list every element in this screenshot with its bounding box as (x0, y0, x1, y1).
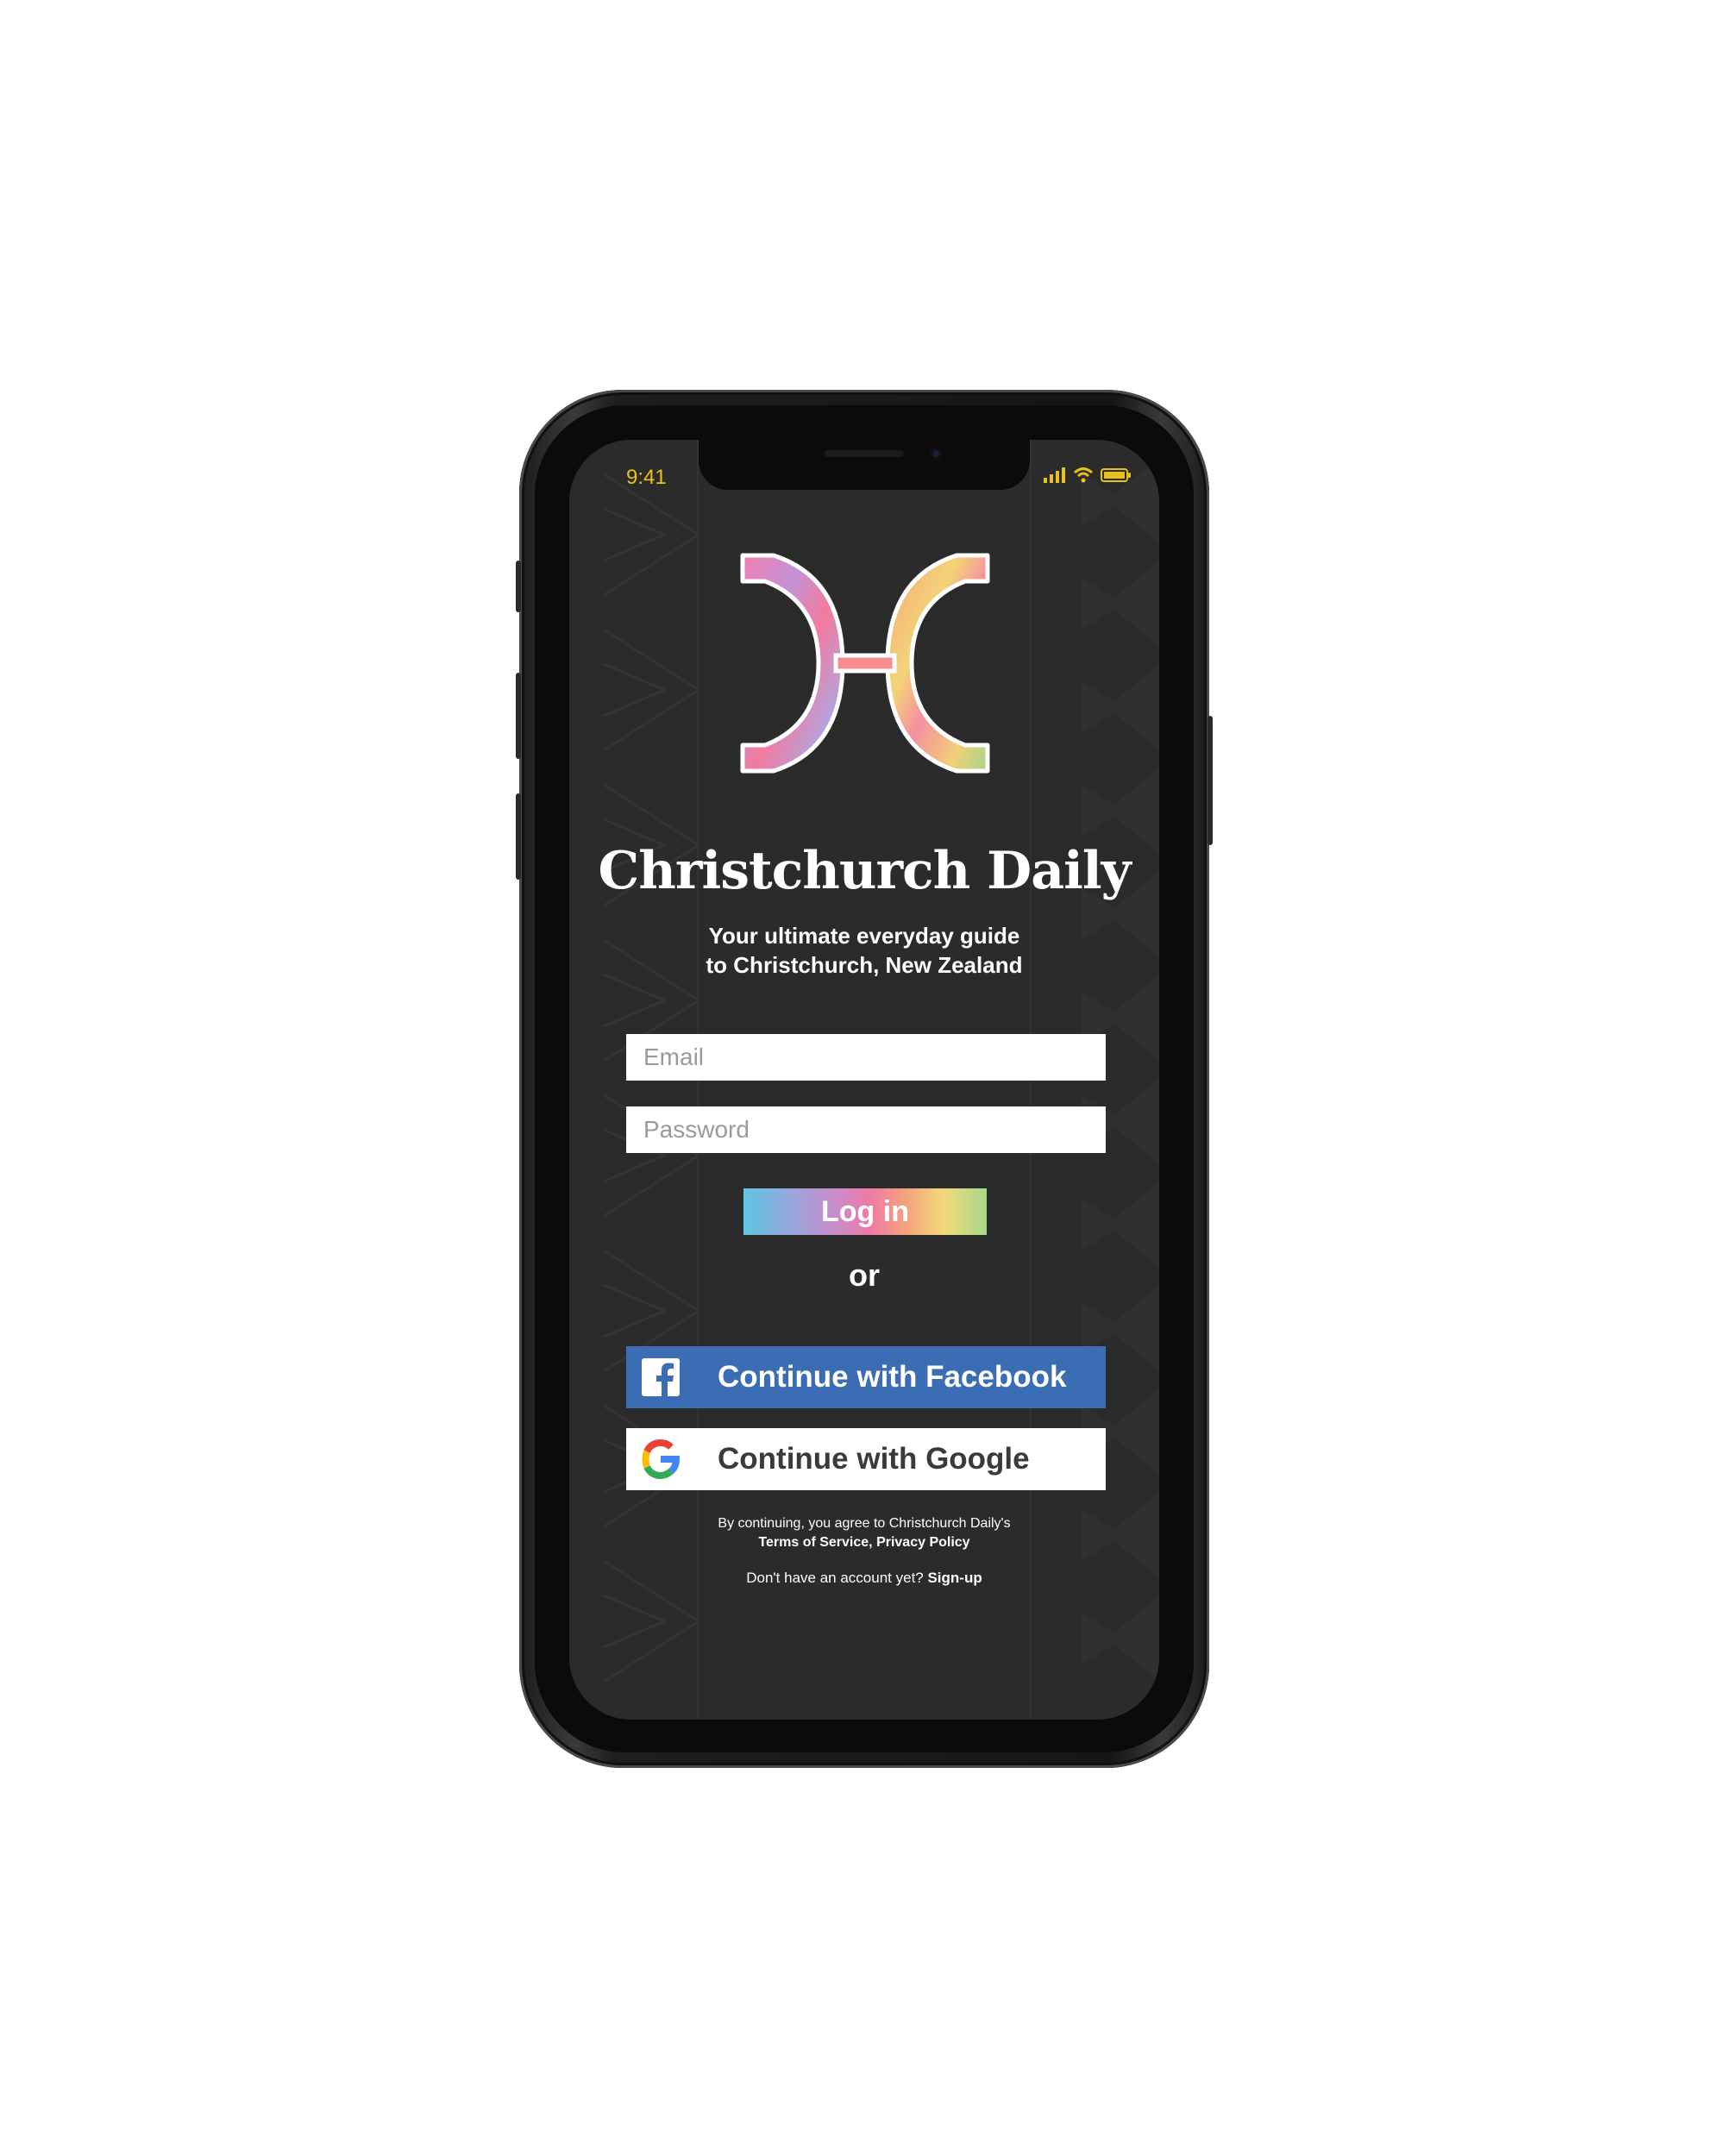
side-button-volume-down (516, 793, 521, 880)
app-screen: 9:41 Christchurch Daily Your ultimate ev… (569, 440, 1159, 1720)
facebook-button-label: Continue with Facebook (718, 1360, 1067, 1394)
status-icons (1044, 467, 1132, 483)
side-button-power (1208, 716, 1213, 845)
signup-prompt: Don't have an account yet? Sign-up (569, 1570, 1159, 1587)
cellular-signal-icon (1044, 467, 1065, 483)
login-button[interactable]: Log in (743, 1188, 987, 1235)
privacy-policy-link[interactable]: Privacy Policy (876, 1535, 970, 1550)
email-field[interactable] (626, 1034, 1106, 1081)
google-button-label: Continue with Google (718, 1442, 1030, 1476)
password-field[interactable] (626, 1106, 1106, 1153)
tagline-line-1: Your ultimate everyday guide (708, 923, 1020, 949)
app-title: Christchurch Daily (598, 841, 1131, 901)
or-divider: or (849, 1257, 880, 1293)
rainbow-h-logo-icon (739, 552, 991, 774)
tagline-line-2: to Christchurch, New Zealand (706, 952, 1023, 978)
front-camera (930, 448, 942, 460)
signup-link[interactable]: Sign-up (927, 1570, 982, 1586)
speaker-grille (825, 450, 904, 457)
terms-of-service-link[interactable]: Terms of Service (758, 1535, 869, 1550)
side-button-mute (516, 561, 521, 612)
side-button-volume-up (516, 673, 521, 759)
legal-notice: By continuing, you agree to Christchurch… (569, 1514, 1159, 1552)
legal-separator: , (869, 1535, 877, 1550)
facebook-icon (633, 1346, 688, 1408)
notch (699, 440, 1030, 490)
tagline: Your ultimate everyday guide to Christch… (569, 921, 1159, 980)
login-button-label: Log in (821, 1194, 909, 1228)
battery-icon (1101, 468, 1131, 482)
legal-agree-text: By continuing, you agree to Christchurch… (718, 1516, 1011, 1531)
continue-with-facebook-button[interactable]: Continue with Facebook (626, 1346, 1106, 1408)
status-time: 9:41 (626, 466, 667, 489)
wifi-icon (1073, 467, 1094, 483)
google-icon (633, 1428, 688, 1490)
no-account-text: Don't have an account yet? (746, 1570, 928, 1586)
continue-with-google-button[interactable]: Continue with Google (626, 1428, 1106, 1490)
legal-links: Terms of Service, Privacy Policy (569, 1533, 1159, 1552)
